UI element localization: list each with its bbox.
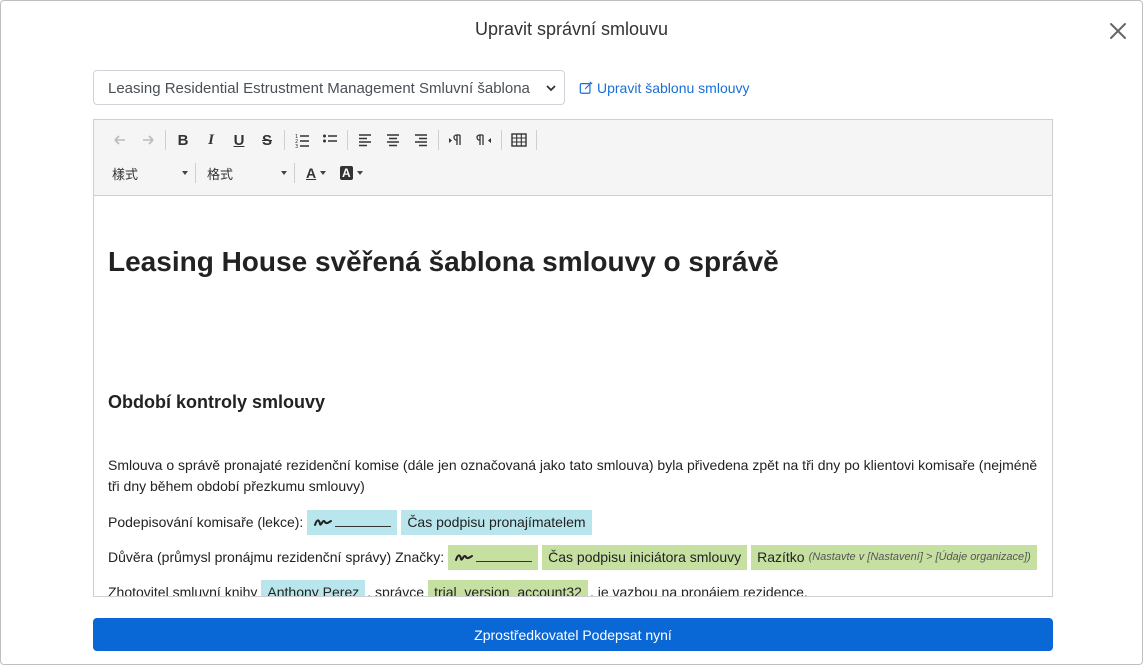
svg-text:3: 3 xyxy=(295,144,298,148)
text-color-button[interactable]: A xyxy=(298,161,332,185)
document-title: Leasing House svěřená šablona smlouvy o … xyxy=(108,246,779,277)
trust-signature-line: Důvěra (průmysl pronájmu rezidenční sprá… xyxy=(108,544,1037,570)
background-color-button[interactable]: A xyxy=(332,161,366,185)
toolbar-divider xyxy=(536,130,537,150)
caret-down-icon xyxy=(356,171,363,175)
align-left-icon[interactable] xyxy=(351,128,379,152)
strikethrough-icon[interactable]: S xyxy=(253,128,281,152)
caret-down-icon xyxy=(182,171,188,175)
signature-icon xyxy=(314,519,333,526)
caret-down-icon xyxy=(281,171,287,175)
contractor-line: Zhotovitel smluvní knihy Anthony Perez ,… xyxy=(108,579,808,596)
toolbar-divider xyxy=(294,163,295,183)
signature-field[interactable] xyxy=(448,544,539,570)
align-right-icon[interactable] xyxy=(407,128,435,152)
contractor-label: Zhotovitel smluvní knihy xyxy=(108,584,258,596)
signature-icon xyxy=(455,554,474,561)
signature-label: Podepisování komisaře (lekce): xyxy=(108,514,304,530)
caret-down-icon xyxy=(320,171,327,175)
signature-underline xyxy=(476,552,533,562)
signature-field[interactable] xyxy=(307,509,398,535)
editor-content[interactable]: Leasing House svěřená šablona smlouvy o … xyxy=(108,196,1038,596)
close-icon[interactable] xyxy=(1106,19,1130,43)
template-select-value: Leasing Residential Estrustment Manageme… xyxy=(108,80,530,97)
ordered-list-icon[interactable]: 123 xyxy=(288,128,316,152)
italic-icon[interactable]: I xyxy=(197,128,225,152)
toolbar-divider xyxy=(347,130,348,150)
background-color-icon: A xyxy=(340,166,353,180)
underline-icon[interactable]: U xyxy=(225,128,253,152)
modal-title: Upravit správní smlouvu xyxy=(474,19,669,39)
contractor-tail-text: , je vazbou na pronájem rezidence. xyxy=(589,584,808,596)
signature-underline xyxy=(335,517,392,527)
toolbar-divider xyxy=(165,130,166,150)
edit-template-link[interactable]: Upravit šablonu smlouvy xyxy=(579,80,750,96)
rich-text-editor: B I U S 123 樣式 格式 A A Leasing House svěř… xyxy=(93,119,1053,597)
sign-now-button[interactable]: Zprostředkovatel Podepsat nyní xyxy=(93,618,1053,651)
editor-toolbar: B I U S 123 樣式 格式 A A xyxy=(94,120,1052,196)
signature-label: Důvěra (průmysl pronájmu rezidenční sprá… xyxy=(108,549,445,565)
contractor-middle-text: , správce xyxy=(367,584,425,596)
ltr-icon[interactable] xyxy=(442,128,470,152)
toolbar-divider xyxy=(438,130,439,150)
redo-icon[interactable] xyxy=(134,128,162,152)
account-field[interactable]: trial_version_account32 xyxy=(428,579,588,596)
align-center-icon[interactable] xyxy=(379,128,407,152)
paragraph: Smlouva o správě pronajaté rezidenční ko… xyxy=(108,457,1038,494)
person-field[interactable]: Anthony Perez xyxy=(261,579,366,596)
undo-icon[interactable] xyxy=(106,128,134,152)
section-heading: Období kontroly smlouvy xyxy=(108,392,326,412)
toolbar-divider xyxy=(501,130,502,150)
bold-icon[interactable]: B xyxy=(169,128,197,152)
signature-time-field[interactable]: Čas podpisu pronajímatelem xyxy=(401,509,592,535)
signature-time-field[interactable]: Čas podpisu iniciátora smlouvy xyxy=(542,544,748,570)
stamp-hint: (Nastavte v [Nastavení] > [Údaje organiz… xyxy=(808,551,1031,563)
template-select[interactable]: Leasing Residential Estrustment Manageme… xyxy=(93,70,565,105)
toolbar-divider xyxy=(195,163,196,183)
edit-template-label: Upravit šablonu smlouvy xyxy=(597,80,750,96)
format-dropdown[interactable]: 格式 xyxy=(199,161,291,185)
style-dropdown[interactable]: 樣式 xyxy=(106,161,192,185)
toolbar-divider xyxy=(284,130,285,150)
commissioner-signature-line: Podepisování komisaře (lekce): Čas podpi… xyxy=(108,509,592,535)
edit-contract-modal: Upravit správní smlouvu Leasing Resident… xyxy=(0,0,1143,665)
edit-icon xyxy=(579,81,593,94)
text-color-icon: A xyxy=(306,165,317,181)
bullet-list-icon[interactable] xyxy=(316,128,344,152)
rtl-icon[interactable] xyxy=(470,128,498,152)
stamp-field[interactable]: Razítko (Nastavte v [Nastavení] > [Údaje… xyxy=(751,544,1037,570)
chevron-down-icon xyxy=(546,85,556,92)
table-icon[interactable] xyxy=(505,128,533,152)
